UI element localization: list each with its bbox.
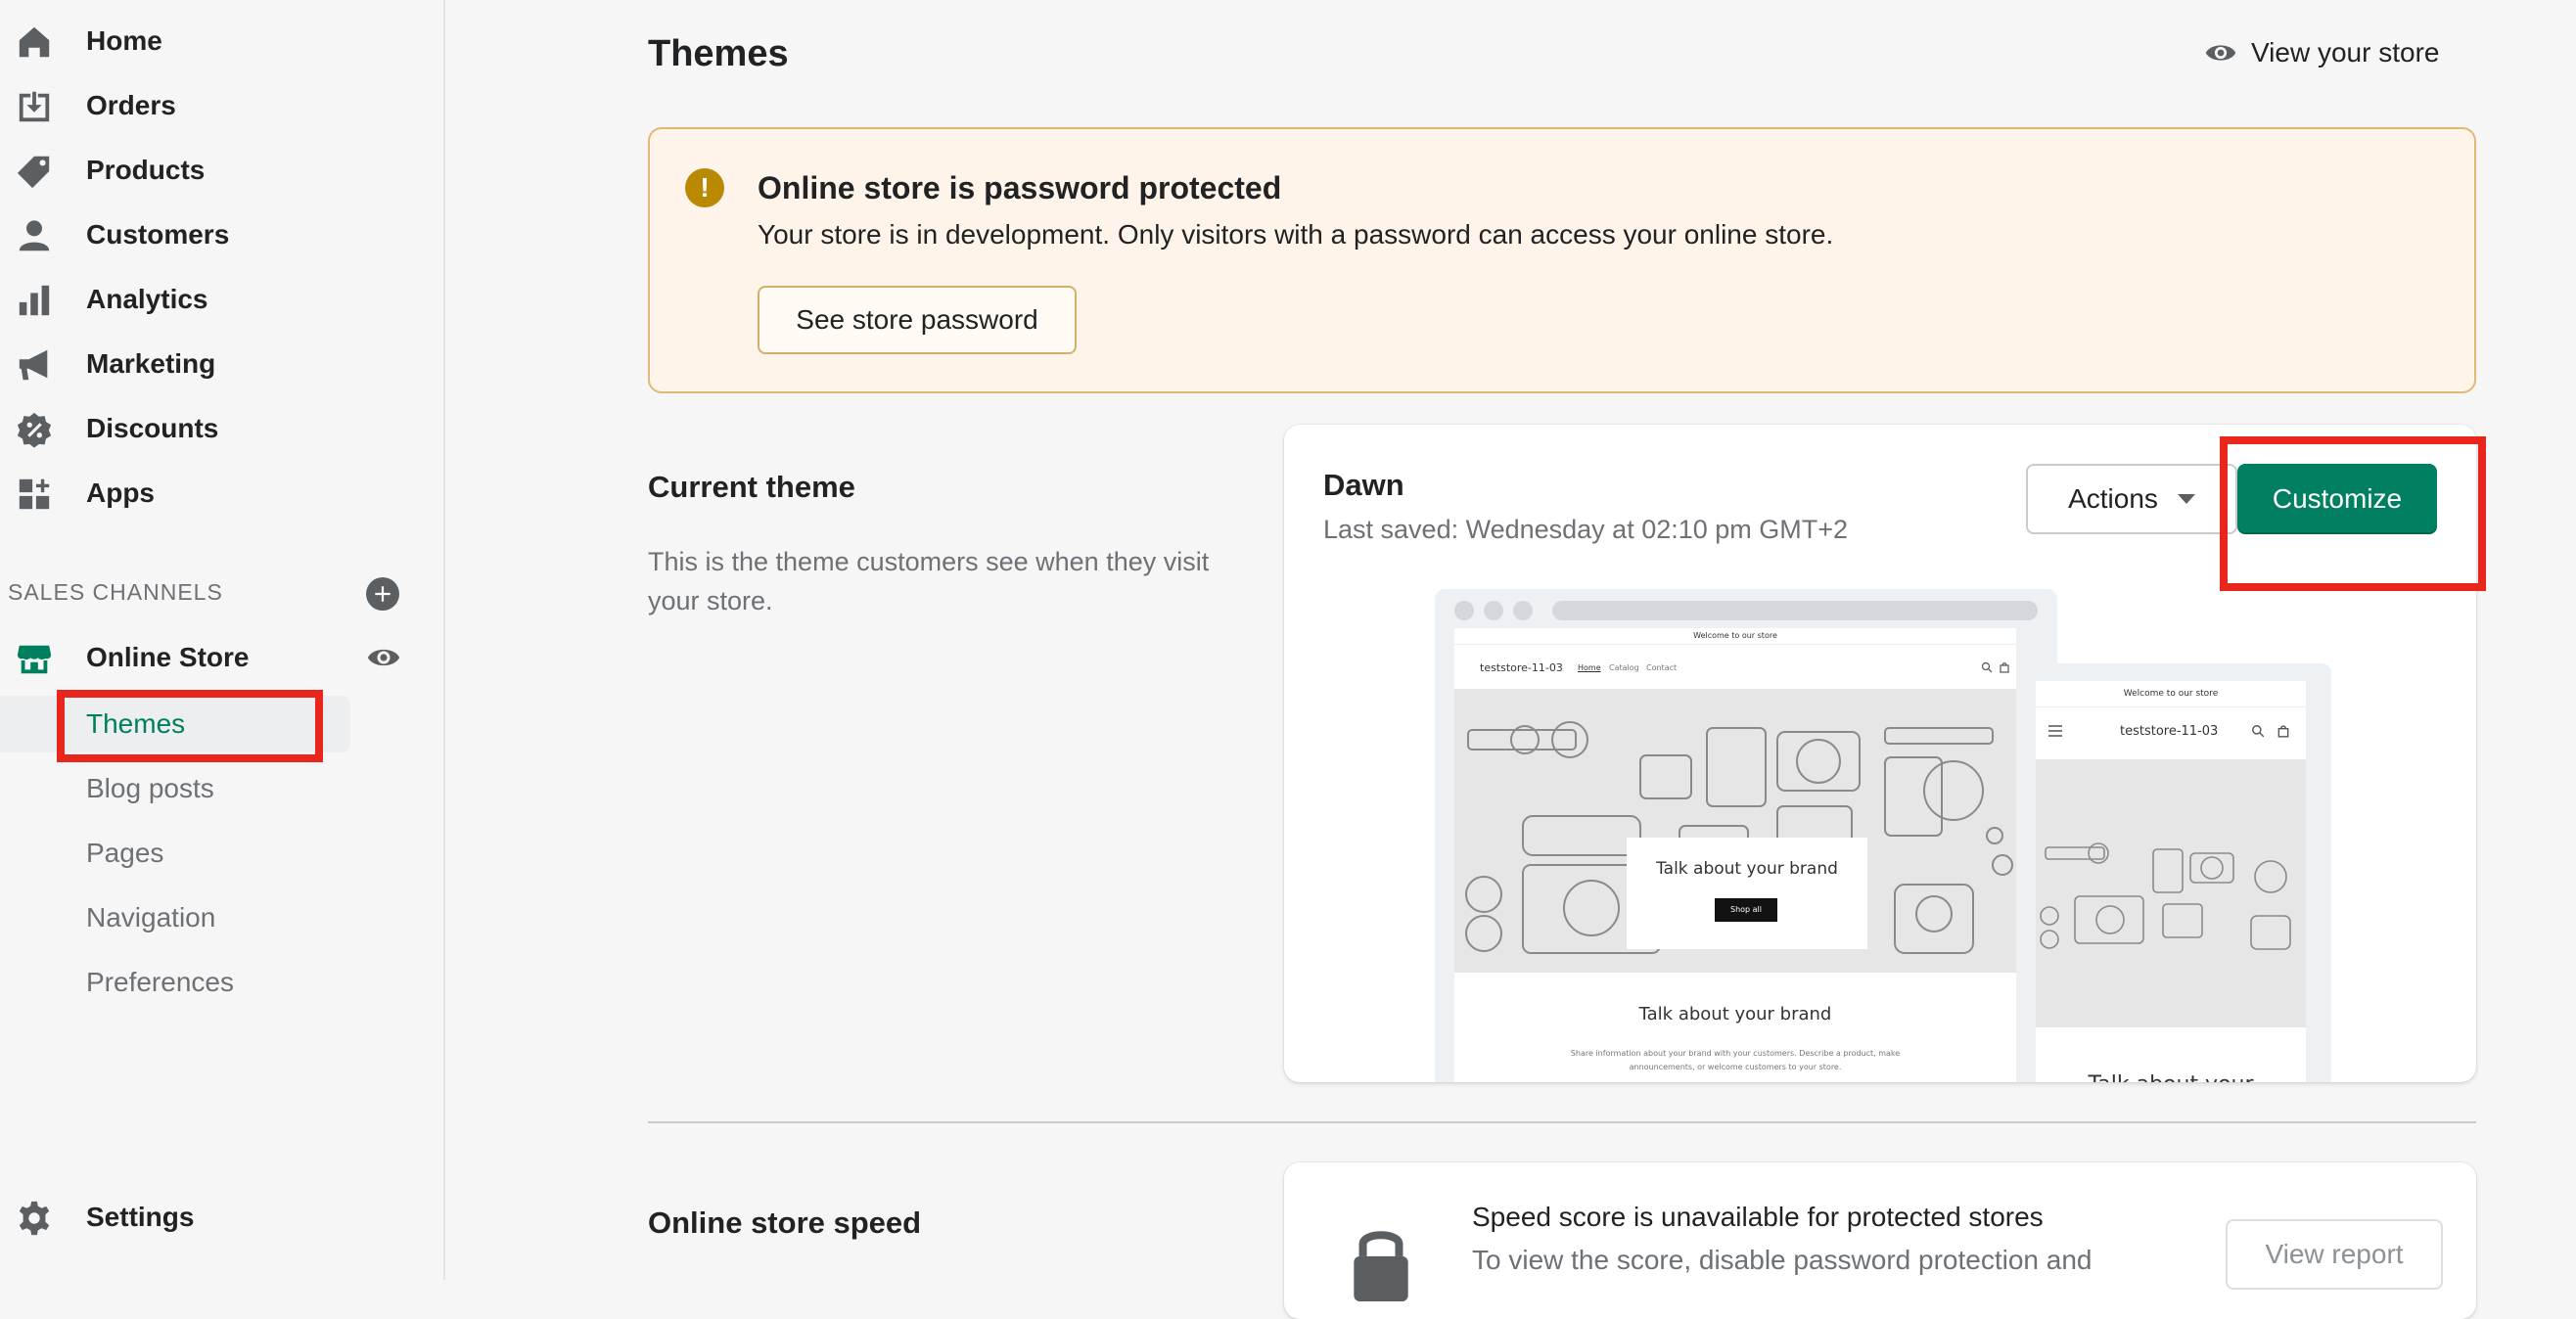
sidebar-item-discounts[interactable]: Discounts [0,399,440,458]
section-divider [648,1121,2476,1123]
page-title: Themes [648,33,789,74]
current-theme-description: This is the theme customers see when the… [648,547,1210,615]
sidebar-item-marketing[interactable]: Marketing [0,335,440,393]
preview-mobile-section-title: Talk about your [2036,1072,2306,1082]
view-report-button[interactable]: View report [2226,1219,2443,1290]
sidebar-item-label: Apps [86,478,155,508]
sidebar-item-label: Online Store [86,642,250,672]
sidebar-item-label: Settings [86,1202,195,1232]
sidebar-item-label: Products [86,155,206,185]
sidebar-item-label: Orders [86,90,176,120]
home-icon [16,23,53,61]
sidebar-item-products[interactable]: Products [0,141,440,200]
view-online-store-eye-icon[interactable] [366,640,401,675]
sidebar-item-label: Customers [86,219,230,250]
preview-search-icon [1981,661,1993,673]
theme-preview-mobile[interactable]: Welcome to our store teststore-11-03 [2022,663,2331,1082]
preview-mobile-page: Welcome to our store teststore-11-03 [2036,681,2306,1082]
sidebar-subitem-themes[interactable]: Themes [0,696,350,752]
apps-icon [16,476,53,513]
sidebar-subitem-navigation[interactable]: Navigation [0,889,350,946]
preview-section-title: Talk about your brand [1638,1004,1832,1024]
sidebar-item-label: Home [86,25,162,56]
preview-shop-all-button: Shop all [1715,898,1777,922]
sidebar-item-apps[interactable]: Apps [0,464,440,523]
add-sales-channel-icon[interactable] [366,577,399,611]
discount-icon [16,411,53,448]
preview-mobile-announcement: Welcome to our store [2036,681,2306,707]
preview-hero-image: Talk about your brand Shop all [1454,689,2016,973]
warning-icon: ! [685,168,724,207]
caret-down-icon [2177,494,2195,504]
preview-announcement: Welcome to our store [1454,628,2016,645]
eye-icon [2205,45,2236,61]
sidebar-item-label: Analytics [86,284,208,314]
view-store-label: View your store [2251,37,2440,68]
preview-mobile-hero [2036,759,2306,1027]
speed-title: Speed score is unavailable for protected… [1472,1202,2044,1232]
sidebar-subitem-label: Pages [86,838,164,868]
sales-channels-label: SALES CHANNELS [8,579,223,605]
sidebar: Home Orders Products Customers Analytics… [0,0,445,1280]
view-store-link[interactable]: View your store [2204,33,2439,72]
tag-icon [16,153,53,190]
preview-mobile-search-icon [2252,725,2265,738]
sidebar-subitem-pages[interactable]: Pages [0,825,350,882]
preview-hero-box: Talk about your brand Shop all [1627,838,1867,949]
preview-page: Welcome to our store teststore-11-03 Hom… [1454,628,2016,1082]
sidebar-item-home[interactable]: Home [0,12,440,70]
sidebar-item-label: Discounts [86,413,219,443]
sidebar-subitem-label: Navigation [86,902,216,932]
preview-menu-icon [2048,725,2062,737]
preview-nav-contact: Contact [1646,663,1678,672]
preview-nav-home: Home [1578,663,1601,672]
banner-title: Online store is password protected [758,170,1282,205]
password-protected-banner: ! Online store is password protected You… [648,127,2476,393]
sidebar-subitem-label: Blog posts [86,773,214,803]
preview-mobile-cart-icon [2277,725,2289,738]
preview-cart-icon [2000,662,2009,673]
bar-chart-icon [16,282,53,319]
preview-store-name: teststore-11-03 [1480,661,1563,674]
actions-label: Actions [2068,483,2158,514]
orders-icon [16,88,53,125]
theme-preview-desktop[interactable]: Welcome to our store teststore-11-03 Hom… [1435,589,2057,1082]
sidebar-subitem-preferences[interactable]: Preferences [0,954,350,1011]
sidebar-item-label: Marketing [86,348,216,379]
preview-url-bar [1552,601,2038,620]
preview-mobile-store-name: teststore-11-03 [2120,724,2219,739]
current-theme-heading: Current theme [648,470,855,504]
preview-nav-catalog: Catalog [1609,663,1639,672]
sidebar-item-customers[interactable]: Customers [0,205,440,264]
online-store-speed-heading: Online store speed [648,1205,922,1240]
banner-text: Your store is in development. Only visit… [758,219,1834,250]
actions-dropdown-button[interactable]: Actions [2026,464,2237,534]
preview-section-text: Share information about your brand with … [1570,1049,1901,1071]
theme-name: Dawn [1323,468,1404,502]
speed-card: Speed score is unavailable for protected… [1284,1162,2476,1319]
sidebar-subitem-label: Preferences [86,967,234,997]
sidebar-item-settings[interactable]: Settings [0,1188,440,1247]
megaphone-icon [16,346,53,384]
theme-last-saved: Last saved: Wednesday at 02:10 pm GMT+2 [1323,515,1849,544]
storefront-icon [16,640,53,677]
current-theme-card: Dawn Last saved: Wednesday at 02:10 pm G… [1284,425,2476,1082]
gear-icon [16,1200,53,1237]
lock-icon [1354,1231,1408,1301]
customize-button[interactable]: Customize [2237,464,2437,534]
preview-hero-title: Talk about your brand [1656,859,1838,879]
sidebar-subitem-blog-posts[interactable]: Blog posts [0,760,350,817]
sidebar-item-orders[interactable]: Orders [0,76,440,135]
person-icon [16,217,53,254]
speed-text: To view the score, disable password prot… [1472,1245,2093,1275]
sidebar-item-analytics[interactable]: Analytics [0,270,440,329]
see-store-password-button[interactable]: See store password [758,286,1077,354]
sidebar-subitem-label: Themes [86,708,186,739]
